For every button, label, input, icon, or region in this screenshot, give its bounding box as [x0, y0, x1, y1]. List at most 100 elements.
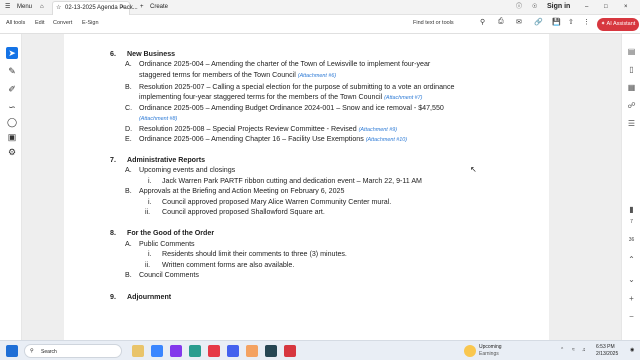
section-8-number: 8.	[110, 229, 116, 237]
teams-icon[interactable]	[170, 345, 182, 357]
subitem-numeral: ii.	[145, 208, 151, 216]
close-tab-icon[interactable]: ×	[121, 3, 125, 13]
share-icon[interactable]: ⇧	[568, 18, 574, 26]
comment-icon[interactable]: ✎	[6, 65, 18, 77]
text-box-icon[interactable]: ▣	[6, 131, 18, 143]
chrome-icon[interactable]	[208, 345, 220, 357]
ai-assistant-button[interactable]: ✦ AI Assistant	[597, 18, 639, 31]
scroll-handle[interactable]: ▮	[626, 204, 637, 215]
attachment-link[interactable]: (Attachment #8)	[139, 115, 177, 124]
stamp-icon[interactable]: ⚙	[6, 146, 18, 158]
sign-in-button[interactable]: Sign in	[547, 2, 570, 12]
create-button[interactable]: Create	[150, 2, 168, 12]
item-letter: B.	[125, 187, 132, 195]
section-8-title: For the Good of the Order	[127, 229, 215, 237]
item-letter: A.	[125, 60, 132, 68]
item-letter: E.	[125, 135, 132, 143]
mail-icon[interactable]: ✉	[516, 18, 522, 26]
help-icon[interactable]: ⓘ	[516, 2, 522, 12]
bell-icon[interactable]: ☉	[532, 2, 537, 12]
wifi-icon[interactable]: ≈	[572, 347, 575, 353]
toolbar: All tools Edit Convert E-Sign Find text …	[0, 15, 640, 34]
item-text-cont: staggered terms for members of the Town …	[139, 71, 296, 79]
pdf-page: 6. New Business A. Ordinance 2025-004 – …	[64, 34, 549, 340]
print-icon[interactable]: ⎙	[498, 18, 504, 26]
section-6-number: 6.	[110, 50, 116, 58]
weather-sublabel: Earnings	[479, 351, 499, 357]
app-icon[interactable]	[246, 345, 258, 357]
item-letter: B.	[125, 271, 132, 279]
minimize-icon[interactable]: –	[585, 2, 588, 12]
total-page-count: 36	[628, 237, 635, 243]
attachment-link[interactable]: (Attachment #9)	[359, 127, 397, 133]
item-letter: C.	[125, 104, 133, 112]
attachments-icon[interactable]: ☍	[626, 100, 637, 111]
hamburger-icon[interactable]: ☰	[5, 2, 10, 12]
edge-browser-icon[interactable]	[151, 345, 163, 357]
current-page-number[interactable]: 7	[624, 219, 639, 225]
select-cursor-icon[interactable]: ➤	[6, 47, 18, 59]
menu-convert[interactable]: Convert	[53, 20, 72, 26]
item-text: Ordinance 2025-005 – Amending Budget Ord…	[139, 104, 444, 112]
section-7-title: Administrative Reports	[127, 156, 206, 164]
taskbar-search-input[interactable]: ⚲ Search	[24, 344, 122, 358]
subitem-text: Written comment forms are also available…	[162, 261, 295, 269]
lasso-icon[interactable]: ◯	[6, 116, 18, 128]
plus-icon[interactable]: +	[140, 2, 144, 12]
highlight-pen-icon[interactable]: ✐	[6, 83, 18, 95]
acrobat-icon[interactable]	[284, 345, 296, 357]
clock-time[interactable]: 6:53 PM	[596, 344, 615, 350]
draw-icon[interactable]: ∽	[6, 101, 18, 113]
item-text: Public Comments	[139, 240, 195, 248]
zoom-out-icon[interactable]: −	[626, 311, 637, 322]
bookmark-icon[interactable]: ▯	[626, 64, 637, 75]
zoom-in-icon[interactable]: +	[626, 293, 637, 304]
subitem-text: Council approved proposed Shallowford Sq…	[162, 208, 325, 216]
word-icon[interactable]	[227, 345, 239, 357]
notifications-icon[interactable]: ◉	[630, 347, 634, 353]
more-icon[interactable]: ⋮	[583, 18, 590, 26]
document-tab[interactable]: ☆ 02-13-2025 Agenda Pack... ×	[52, 1, 138, 15]
item-text: Council Comments	[139, 271, 199, 279]
close-window-icon[interactable]: ×	[624, 2, 628, 12]
volume-icon[interactable]: ♫	[582, 347, 586, 353]
file-explorer-icon[interactable]	[132, 345, 144, 357]
weather-icon[interactable]	[464, 345, 476, 357]
windows-start-icon[interactable]	[6, 345, 18, 357]
menu-all-tools[interactable]: All tools	[6, 20, 25, 26]
layers-icon[interactable]: ☰	[626, 118, 637, 129]
subitem-numeral: i.	[148, 250, 152, 258]
chevron-down-icon[interactable]: ⌄	[626, 274, 637, 285]
link-icon[interactable]: 🔗	[534, 18, 543, 26]
tray-chevron-icon[interactable]: ⌃	[560, 347, 564, 353]
item-text: Resolution 2025-007 – Calling a special …	[139, 83, 455, 91]
outlook-icon[interactable]	[265, 345, 277, 357]
search-placeholder: Search	[41, 349, 57, 355]
attachment-link[interactable]: (Attachment #7)	[384, 95, 422, 101]
subitem-text: Jack Warren Park PARTF ribbon cutting an…	[162, 177, 422, 185]
home-icon[interactable]: ⌂	[40, 2, 44, 12]
search-icon: ⚲	[30, 348, 34, 354]
menu-button[interactable]: Menu	[17, 2, 32, 12]
attachment-link[interactable]: (Attachment #10)	[366, 137, 407, 143]
taskbar: ⚲ Search Upcoming Earnings ⌃ ≈ ♫ 6:53 PM…	[0, 340, 640, 360]
subitem-text: Residents should limit their comments to…	[162, 250, 347, 258]
weather-label[interactable]: Upcoming	[479, 344, 502, 350]
find-text-button[interactable]: Find text or tools	[413, 20, 454, 26]
attachment-link[interactable]: (Attachment #6)	[298, 73, 336, 79]
thumbnails-icon[interactable]: ▦	[626, 82, 637, 93]
item-letter: D.	[125, 125, 133, 133]
menu-edit[interactable]: Edit	[35, 20, 44, 26]
document-viewer[interactable]: 6. New Business A. Ordinance 2025-004 – …	[22, 34, 621, 340]
save-icon[interactable]: 💾	[552, 18, 561, 26]
clock-date[interactable]: 2/13/2025	[596, 351, 618, 357]
star-icon[interactable]: ☆	[56, 3, 61, 13]
comments-panel-icon[interactable]: ▤	[626, 46, 637, 57]
search-icon[interactable]: ⚲	[480, 18, 485, 26]
menu-e-sign[interactable]: E-Sign	[82, 20, 99, 26]
section-9-title: Adjournment	[127, 293, 172, 301]
store-icon[interactable]	[189, 345, 201, 357]
maximize-icon[interactable]: □	[604, 2, 608, 12]
chevron-up-icon[interactable]: ⌃	[626, 254, 637, 265]
item-text: Ordinance 2025-004 – Amending the charte…	[139, 60, 431, 68]
